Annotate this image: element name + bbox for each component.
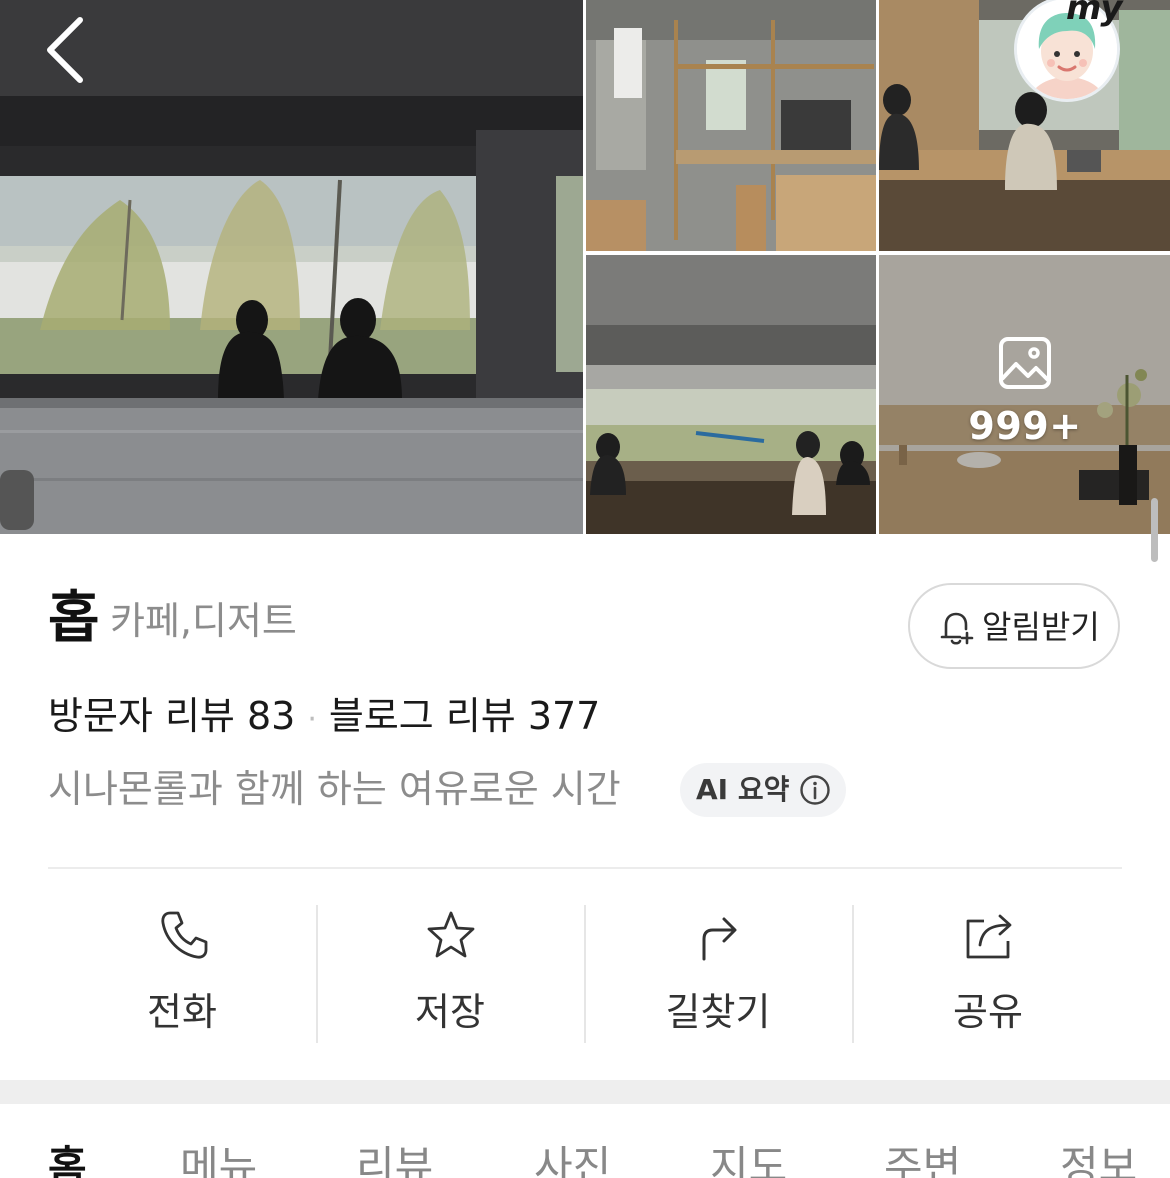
- image-icon: [999, 337, 1051, 389]
- blog-reviews-link[interactable]: 블로그 리뷰 377: [329, 694, 601, 738]
- gallery-photo-counter[interactable]: [586, 0, 876, 251]
- phone-icon: [161, 911, 208, 959]
- save-label: 저장: [415, 990, 485, 1034]
- action-bar: 전화 저장 길찾기 공유: [48, 905, 1122, 1045]
- directions-button[interactable]: 길찾기: [584, 905, 852, 1045]
- tab-map[interactable]: 지도: [710, 1142, 787, 1178]
- gallery-photo-room[interactable]: [586, 255, 876, 534]
- tab-info[interactable]: 정보: [1060, 1142, 1137, 1178]
- tab-nearby[interactable]: 주변: [884, 1142, 961, 1178]
- divider: [48, 867, 1122, 869]
- ai-summary-badge[interactable]: AI 요약: [680, 763, 846, 817]
- my-label: my: [1066, 0, 1123, 28]
- bell-plus-icon: [940, 612, 974, 645]
- directions-icon: [702, 917, 737, 961]
- tab-reviews[interactable]: 리뷰: [356, 1142, 433, 1178]
- tab-photos[interactable]: 사진: [534, 1142, 611, 1178]
- chevron-left-icon: [47, 17, 83, 83]
- tab-menu[interactable]: 메뉴: [180, 1142, 257, 1178]
- share-icon: [966, 914, 1012, 959]
- reviews-row: 방문자 리뷰 83 · 블로그 리뷰 377: [48, 692, 600, 744]
- notify-button-label: 알림받기: [982, 608, 1100, 646]
- place-name: 홉: [48, 586, 100, 651]
- info-icon[interactable]: [799, 774, 831, 806]
- place-category: 카페,디저트: [110, 599, 297, 643]
- ai-summary-label: AI 요약: [696, 773, 790, 806]
- save-button[interactable]: 저장: [316, 905, 584, 1045]
- more-photos-count: 999+: [968, 404, 1082, 448]
- tab-bar: 홈 메뉴 리뷰 사진 지도 주변 정보: [0, 1104, 1170, 1178]
- more-photos-overlay[interactable]: [879, 255, 1170, 534]
- photo-gallery: 999+ my: [0, 0, 1170, 534]
- back-button[interactable]: [34, 14, 100, 84]
- review-separator: ·: [307, 702, 317, 737]
- scrollbar[interactable]: [1151, 498, 1158, 562]
- visitor-reviews-link[interactable]: 방문자 리뷰 83: [48, 694, 295, 738]
- share-label: 공유: [953, 990, 1023, 1034]
- call-label: 전화: [147, 990, 217, 1034]
- call-button[interactable]: 전화: [48, 905, 316, 1045]
- tab-home[interactable]: 홈: [48, 1142, 87, 1178]
- share-button[interactable]: 공유: [854, 905, 1122, 1045]
- directions-label: 길찾기: [665, 990, 771, 1034]
- star-icon: [427, 911, 475, 958]
- notify-button[interactable]: 알림받기: [908, 583, 1120, 669]
- section-divider: [0, 1080, 1170, 1104]
- place-tagline: 시나몬롤과 함께 하는 여유로운 시간: [48, 767, 621, 811]
